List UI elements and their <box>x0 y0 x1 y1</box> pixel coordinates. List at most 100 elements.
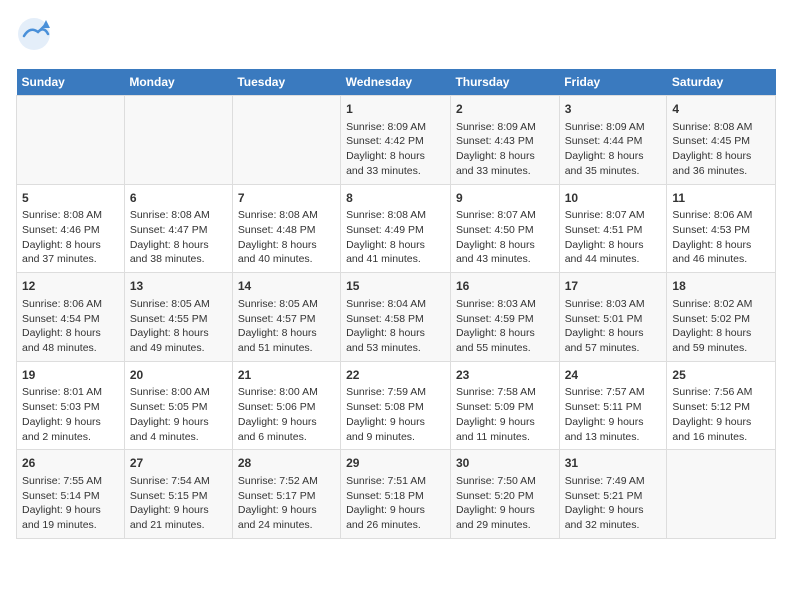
day-number: 28 <box>238 455 335 472</box>
day-number: 24 <box>565 367 662 384</box>
header-cell-monday: Monday <box>124 69 232 96</box>
calendar-cell: 19Sunrise: 8:01 AMSunset: 5:03 PMDayligh… <box>17 361 125 450</box>
day-info: Sunrise: 8:00 AM <box>238 385 335 400</box>
day-info: and 19 minutes. <box>22 518 119 533</box>
day-info: Sunrise: 8:09 AM <box>346 120 445 135</box>
calendar-cell: 13Sunrise: 8:05 AMSunset: 4:55 PMDayligh… <box>124 273 232 362</box>
header-row: SundayMondayTuesdayWednesdayThursdayFrid… <box>17 69 776 96</box>
week-row-4: 26Sunrise: 7:55 AMSunset: 5:14 PMDayligh… <box>17 450 776 539</box>
day-info: and 37 minutes. <box>22 252 119 267</box>
day-info: and 53 minutes. <box>346 341 445 356</box>
day-info: Sunrise: 8:01 AM <box>22 385 119 400</box>
day-number: 31 <box>565 455 662 472</box>
day-info: Sunset: 4:53 PM <box>672 223 770 238</box>
day-info: Daylight: 9 hours <box>238 415 335 430</box>
calendar-cell: 30Sunrise: 7:50 AMSunset: 5:20 PMDayligh… <box>450 450 559 539</box>
calendar-cell <box>17 96 125 185</box>
calendar-cell <box>667 450 776 539</box>
day-number: 21 <box>238 367 335 384</box>
day-info: Daylight: 8 hours <box>672 326 770 341</box>
day-info: Sunset: 5:09 PM <box>456 400 554 415</box>
day-info: Daylight: 8 hours <box>130 326 227 341</box>
day-number: 4 <box>672 101 770 118</box>
day-number: 6 <box>130 190 227 207</box>
day-info: and 9 minutes. <box>346 430 445 445</box>
day-info: Sunset: 4:54 PM <box>22 312 119 327</box>
day-info: Daylight: 9 hours <box>346 503 445 518</box>
day-info: Daylight: 9 hours <box>456 503 554 518</box>
header-cell-thursday: Thursday <box>450 69 559 96</box>
week-row-0: 1Sunrise: 8:09 AMSunset: 4:42 PMDaylight… <box>17 96 776 185</box>
day-info: and 48 minutes. <box>22 341 119 356</box>
calendar-cell <box>232 96 340 185</box>
header-cell-wednesday: Wednesday <box>341 69 451 96</box>
day-number: 17 <box>565 278 662 295</box>
day-info: Daylight: 8 hours <box>672 238 770 253</box>
day-number: 29 <box>346 455 445 472</box>
calendar-cell: 5Sunrise: 8:08 AMSunset: 4:46 PMDaylight… <box>17 184 125 273</box>
day-info: Sunrise: 8:03 AM <box>456 297 554 312</box>
day-info: Daylight: 8 hours <box>22 326 119 341</box>
day-info: Sunrise: 8:08 AM <box>672 120 770 135</box>
day-number: 8 <box>346 190 445 207</box>
day-info: Daylight: 9 hours <box>456 415 554 430</box>
day-number: 3 <box>565 101 662 118</box>
day-info: Sunrise: 8:04 AM <box>346 297 445 312</box>
day-info: Daylight: 9 hours <box>22 503 119 518</box>
calendar-cell: 22Sunrise: 7:59 AMSunset: 5:08 PMDayligh… <box>341 361 451 450</box>
day-info: Sunrise: 8:09 AM <box>565 120 662 135</box>
day-info: Sunset: 5:03 PM <box>22 400 119 415</box>
day-info: Daylight: 8 hours <box>130 238 227 253</box>
calendar-cell: 24Sunrise: 7:57 AMSunset: 5:11 PMDayligh… <box>559 361 667 450</box>
day-info: and 46 minutes. <box>672 252 770 267</box>
calendar-cell: 16Sunrise: 8:03 AMSunset: 4:59 PMDayligh… <box>450 273 559 362</box>
calendar-cell: 20Sunrise: 8:00 AMSunset: 5:05 PMDayligh… <box>124 361 232 450</box>
calendar-cell: 4Sunrise: 8:08 AMSunset: 4:45 PMDaylight… <box>667 96 776 185</box>
day-info: Daylight: 8 hours <box>238 326 335 341</box>
day-info: Daylight: 8 hours <box>346 326 445 341</box>
day-info: Sunset: 5:06 PM <box>238 400 335 415</box>
day-info: Daylight: 9 hours <box>565 503 662 518</box>
calendar-cell: 12Sunrise: 8:06 AMSunset: 4:54 PMDayligh… <box>17 273 125 362</box>
day-number: 5 <box>22 190 119 207</box>
day-number: 9 <box>456 190 554 207</box>
day-info: and 43 minutes. <box>456 252 554 267</box>
logo-icon <box>16 16 52 57</box>
day-info: Daylight: 9 hours <box>130 503 227 518</box>
calendar-cell: 3 Sunrise: 8:09 AMSunset: 4:44 PMDaylight… <box>559 96 667 185</box>
day-info: and 59 minutes. <box>672 341 770 356</box>
day-info: Sunset: 4:47 PM <box>130 223 227 238</box>
calendar-cell: 26Sunrise: 7:55 AMSunset: 5:14 PMDayligh… <box>17 450 125 539</box>
day-number: 19 <box>22 367 119 384</box>
day-info: Daylight: 9 hours <box>238 503 335 518</box>
day-info: Sunset: 4:44 PM <box>565 134 662 149</box>
day-info: Sunset: 4:49 PM <box>346 223 445 238</box>
calendar-cell: 9Sunrise: 8:07 AMSunset: 4:50 PMDaylight… <box>450 184 559 273</box>
day-info: Sunset: 5:14 PM <box>22 489 119 504</box>
calendar-cell: 15Sunrise: 8:04 AMSunset: 4:58 PMDayligh… <box>341 273 451 362</box>
day-info: Sunset: 5:21 PM <box>565 489 662 504</box>
day-info: Sunset: 5:08 PM <box>346 400 445 415</box>
day-info: and 36 minutes. <box>672 164 770 179</box>
day-info: Sunrise: 7:56 AM <box>672 385 770 400</box>
day-info: Sunrise: 7:54 AM <box>130 474 227 489</box>
day-info: and 26 minutes. <box>346 518 445 533</box>
day-info: and 51 minutes. <box>238 341 335 356</box>
day-number: 14 <box>238 278 335 295</box>
day-info: Daylight: 8 hours <box>456 326 554 341</box>
day-info: Sunrise: 8:00 AM <box>130 385 227 400</box>
day-info: and 16 minutes. <box>672 430 770 445</box>
day-info: Daylight: 8 hours <box>565 149 662 164</box>
calendar-cell: 2Sunrise: 8:09 AMSunset: 4:43 PMDaylight… <box>450 96 559 185</box>
day-info: Sunset: 4:48 PM <box>238 223 335 238</box>
day-info: Daylight: 8 hours <box>346 238 445 253</box>
day-info: Sunrise: 7:57 AM <box>565 385 662 400</box>
day-info: Sunset: 4:57 PM <box>238 312 335 327</box>
day-info: Sunset: 4:43 PM <box>456 134 554 149</box>
header-cell-friday: Friday <box>559 69 667 96</box>
day-info: Sunrise: 7:52 AM <box>238 474 335 489</box>
day-info: Sunset: 4:55 PM <box>130 312 227 327</box>
day-info: and 11 minutes. <box>456 430 554 445</box>
day-info: Sunrise: 8:05 AM <box>130 297 227 312</box>
day-info: Sunrise: 8:07 AM <box>565 208 662 223</box>
